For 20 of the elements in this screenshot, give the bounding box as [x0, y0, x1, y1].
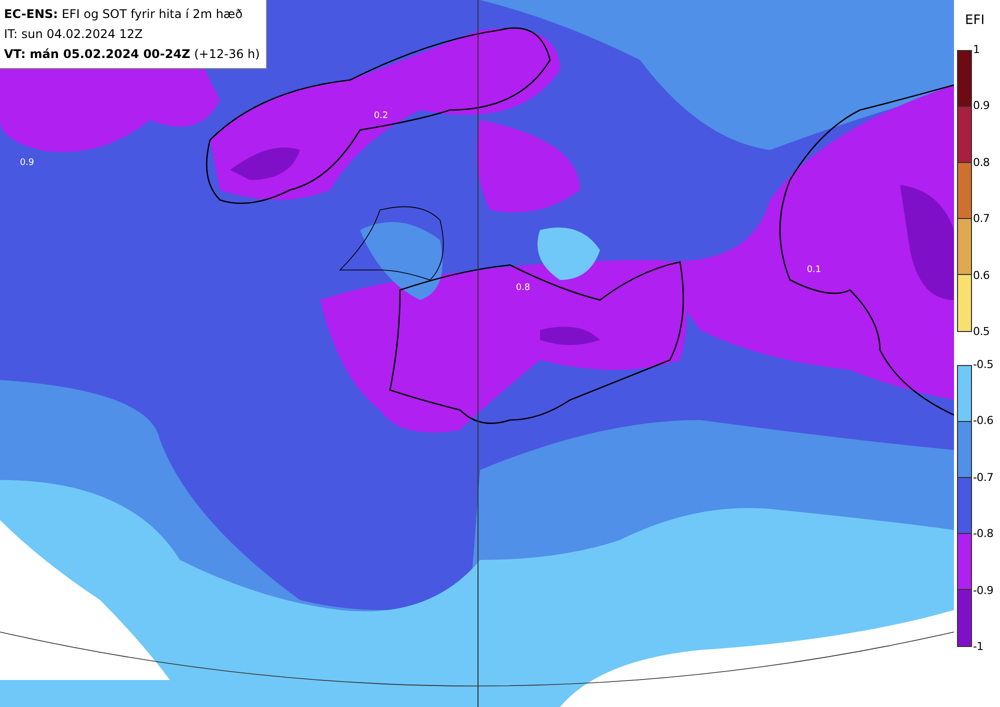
contour-label: 0.2	[374, 111, 388, 121]
scale-tick-label: 0.9	[973, 99, 990, 114]
scale-tick-label: 0.6	[973, 268, 990, 283]
contour-label: 0.1	[806, 265, 822, 275]
map-title: EC-ENS: EFI og SOT fyrir hita í 2m hæð	[4, 6, 244, 23]
legend-title: EFI	[965, 13, 985, 30]
scale-tick-label: -0.8	[973, 527, 994, 542]
scale-tick-label: -0.6	[973, 414, 994, 428]
scale-tick-label: -0.7	[973, 470, 994, 485]
scale-tick-label: -1	[973, 640, 984, 654]
contour-label: 0.8	[516, 283, 530, 293]
scale-tick-label: -0.5	[973, 358, 994, 372]
contour-label: 0.9	[20, 158, 34, 168]
valid-time: VT: mán 05.02.2024 00-24Z (+12-36 h)	[4, 46, 260, 63]
scale-tick-label: 1	[973, 43, 981, 57]
scale-tick-label: 0.7	[973, 212, 990, 226]
scale-tick-label: -0.9	[973, 584, 994, 598]
scale-tick-label: 0.8	[973, 156, 990, 170]
issue-time: IT: sun 04.02.2024 12Z	[4, 26, 144, 43]
scale-tick-label: 0.5	[973, 324, 990, 339]
